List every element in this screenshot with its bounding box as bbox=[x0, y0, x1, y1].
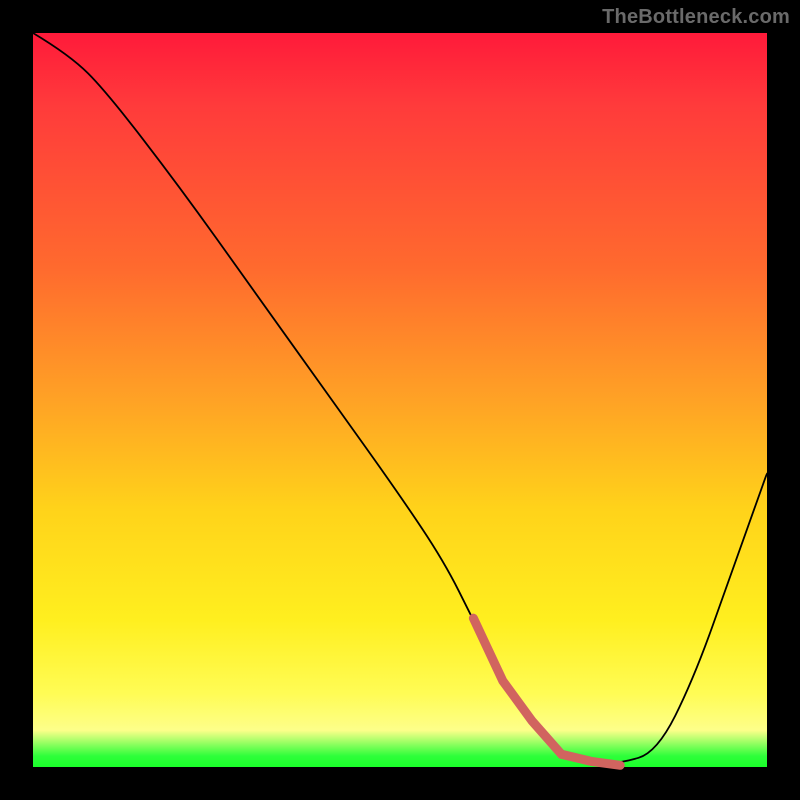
bottleneck-curve bbox=[33, 33, 767, 763]
watermark-text: TheBottleneck.com bbox=[602, 6, 790, 29]
chart-frame: TheBottleneck.com bbox=[0, 0, 800, 800]
chart-svg bbox=[33, 33, 767, 767]
chart-plot-area bbox=[33, 33, 767, 767]
bottleneck-accent-segment bbox=[473, 618, 620, 765]
